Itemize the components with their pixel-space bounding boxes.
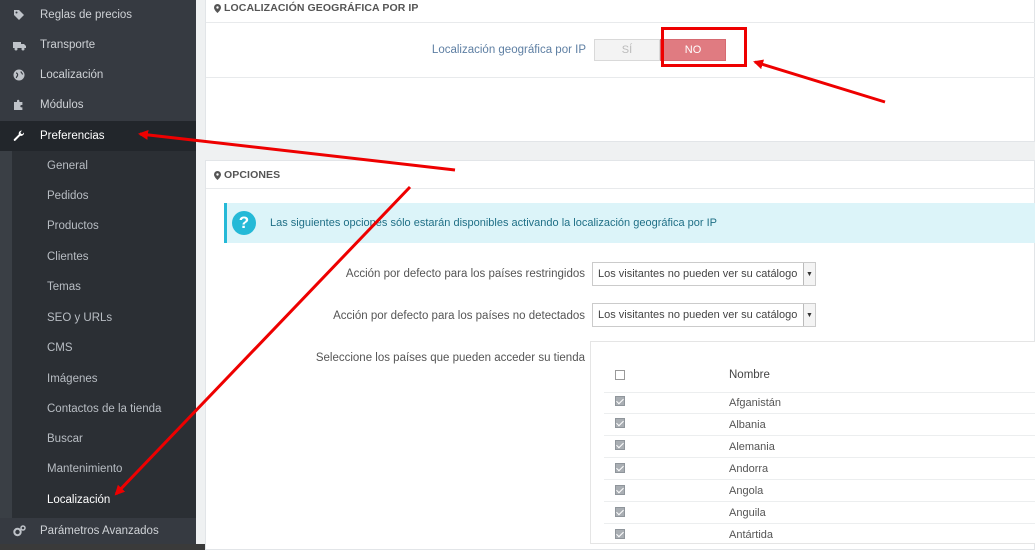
arrow-to-no-switch — [753, 59, 886, 104]
annotation-arrows — [114, 59, 886, 496]
arrow-to-localizacion — [114, 185, 412, 496]
arrow-to-preferencias — [138, 129, 456, 172]
